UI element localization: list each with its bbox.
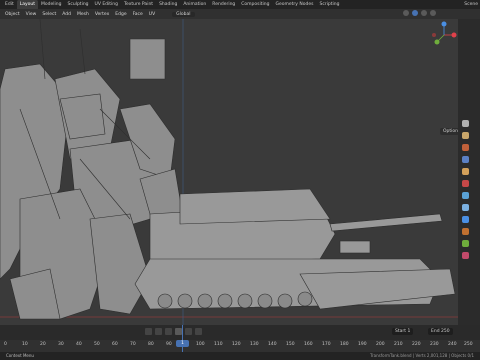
frame-tick: 140 — [268, 342, 277, 347]
shading-mode-icons — [403, 10, 436, 16]
jump-end-button[interactable] — [195, 328, 202, 335]
output-icon[interactable] — [462, 144, 469, 151]
rendered-shading-icon[interactable] — [430, 10, 436, 16]
tab-modeling[interactable]: Modeling — [38, 0, 64, 9]
properties-tabs — [462, 120, 469, 259]
start-label: Start — [395, 329, 406, 334]
particles-icon[interactable] — [462, 216, 469, 223]
viewport-scene — [0, 19, 458, 325]
menu-uv[interactable]: UV — [146, 12, 158, 17]
frame-tick: 70 — [130, 342, 136, 347]
tab-geometry-nodes[interactable]: Geometry Nodes — [273, 0, 317, 9]
frame-tick: 100 — [196, 342, 205, 347]
jump-start-button[interactable] — [145, 328, 152, 335]
world-icon[interactable] — [462, 180, 469, 187]
tool-icon[interactable] — [462, 120, 469, 127]
frame-tick: 150 — [286, 342, 295, 347]
menu-mesh[interactable]: Mesh — [74, 12, 92, 17]
frame-tick: 120 — [232, 342, 241, 347]
y-axis-icon — [434, 39, 440, 45]
frame-tick: 170 — [322, 342, 331, 347]
tab-sculpting[interactable]: Sculpting — [65, 0, 92, 9]
frame-tick: 240 — [448, 342, 457, 347]
frame-tick: 20 — [40, 342, 46, 347]
object-icon[interactable] — [462, 192, 469, 199]
menu-select[interactable]: Select — [39, 12, 59, 17]
frame-tick: 60 — [112, 342, 118, 347]
status-bar: Context Menu TransformTank.blend | Verts… — [0, 352, 480, 360]
prev-keyframe-button[interactable] — [155, 328, 162, 335]
tab-edit[interactable]: Edit — [2, 0, 17, 9]
end-label: End — [431, 329, 440, 334]
navigation-gizmo[interactable] — [430, 20, 458, 50]
frame-tick: 130 — [250, 342, 259, 347]
wireframe-shading-icon[interactable] — [403, 10, 409, 16]
frame-tick: 190 — [358, 342, 367, 347]
start-frame-field[interactable]: Start 1 — [392, 328, 414, 335]
frame-tick: 250 — [464, 342, 473, 347]
tank-mesh — [134, 188, 456, 310]
menu-object[interactable]: Object — [2, 12, 23, 17]
frame-tick: 230 — [430, 342, 439, 347]
frame-tick: 50 — [94, 342, 100, 347]
frame-tick: 80 — [148, 342, 154, 347]
tab-layout[interactable]: Layout — [16, 0, 39, 9]
z-axis-icon — [441, 21, 447, 27]
tab-scripting[interactable]: Scripting — [316, 0, 342, 9]
x-axis-icon — [451, 32, 457, 38]
tab-uv-editing[interactable]: UV Editing — [92, 0, 121, 9]
transform-orientation-dropdown[interactable]: Global — [172, 11, 195, 17]
frame-tick: 210 — [394, 342, 403, 347]
3d-viewport[interactable] — [0, 19, 458, 325]
constraints-icon[interactable] — [462, 240, 469, 247]
frame-tick: 220 — [412, 342, 421, 347]
menu-add[interactable]: Add — [59, 12, 74, 17]
menu-edge[interactable]: Edge — [112, 12, 129, 17]
render-icon[interactable] — [462, 132, 469, 139]
start-value[interactable]: 1 — [407, 329, 410, 334]
scene-icon[interactable] — [462, 168, 469, 175]
menu-view[interactable]: View — [23, 12, 40, 17]
next-keyframe-button[interactable] — [185, 328, 192, 335]
frame-tick: 200 — [376, 342, 385, 347]
frame-ruler[interactable]: 0 10 20 30 40 50 60 70 80 90 100 110 120… — [0, 340, 480, 352]
play-reverse-button[interactable] — [165, 328, 172, 335]
scene-selector[interactable]: Scene — [464, 0, 478, 9]
tab-rendering[interactable]: Rendering — [209, 0, 238, 9]
view-layer-icon[interactable] — [462, 156, 469, 163]
material-icon[interactable] — [462, 252, 469, 259]
solid-shading-icon[interactable] — [412, 10, 418, 16]
status-hint: Context Menu — [6, 353, 34, 358]
tab-texture-paint[interactable]: Texture Paint — [121, 0, 156, 9]
menu-face[interactable]: Face — [130, 12, 146, 17]
frame-tick: 90 — [166, 342, 172, 347]
tab-compositing[interactable]: Compositing — [238, 0, 272, 9]
current-frame-indicator[interactable]: 1 — [176, 340, 189, 347]
playhead[interactable] — [182, 325, 183, 352]
frame-tick: 160 — [304, 342, 313, 347]
modifier-icon[interactable] — [462, 204, 469, 211]
end-value[interactable]: 250 — [441, 329, 450, 334]
tab-animation[interactable]: Animation — [180, 0, 209, 9]
frame-tick: 110 — [214, 342, 223, 347]
menu-vertex[interactable]: Vertex — [92, 12, 112, 17]
workspace-tabs: Edit Layout Modeling Sculpting UV Editin… — [0, 0, 480, 9]
end-frame-field[interactable]: End 250 — [428, 328, 453, 335]
status-stats: TransformTank.blend | Verts 2,001,128 | … — [370, 353, 474, 358]
material-shading-icon[interactable] — [421, 10, 427, 16]
tab-shading[interactable]: Shading — [156, 0, 180, 9]
frame-tick: 40 — [76, 342, 82, 347]
physics-icon[interactable] — [462, 228, 469, 235]
play-button[interactable] — [175, 328, 182, 335]
frame-tick: 0 — [4, 342, 7, 347]
frame-tick: 10 — [22, 342, 28, 347]
frame-tick: 180 — [340, 342, 349, 347]
frame-tick: 30 — [58, 342, 64, 347]
